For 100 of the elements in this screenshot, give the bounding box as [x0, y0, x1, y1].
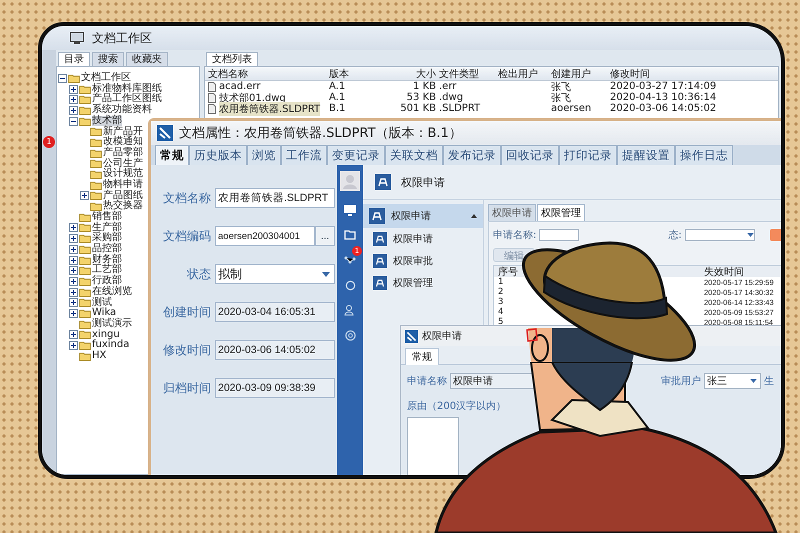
dialog-tab[interactable]: 操作日志: [675, 145, 733, 165]
dialog-tab[interactable]: 发布记录: [443, 145, 501, 165]
folder-icon: [79, 352, 91, 361]
dialog-tab[interactable]: 打印记录: [559, 145, 617, 165]
person-icon[interactable]: [344, 304, 356, 316]
tree-item[interactable]: 热交换器: [103, 201, 143, 212]
tree-item[interactable]: 品控部: [92, 244, 122, 255]
expand-icon[interactable]: [69, 244, 78, 254]
dialog-tab[interactable]: 常规: [405, 348, 439, 365]
menu-item[interactable]: 权限申请: [363, 228, 483, 250]
folder-icon: [90, 202, 102, 212]
name-input[interactable]: [539, 229, 580, 241]
column-header[interactable]: 文档名称: [205, 66, 326, 80]
expand-icon[interactable]: [69, 106, 78, 115]
column-header[interactable]: 创建用户: [548, 66, 607, 80]
expand-icon[interactable]: [69, 266, 78, 276]
tree-item[interactable]: 设计规范: [103, 169, 143, 180]
tree-item[interactable]: 在线浏览: [92, 286, 132, 298]
folder-icon: [90, 138, 102, 147]
folder-icon: [79, 234, 91, 244]
dialog-tab[interactable]: 工作流: [281, 145, 327, 165]
file-name[interactable]: 农用卷筒铁器.SLDPRT: [219, 102, 320, 116]
expand-icon[interactable]: [69, 95, 78, 104]
panel-tab[interactable]: 搜索: [92, 52, 124, 66]
tree-item[interactable]: Wika: [92, 308, 116, 319]
tree-item[interactable]: 产品工作区图纸: [92, 94, 162, 105]
tree-item[interactable]: 产品图纸: [103, 190, 143, 202]
table-cell-text: A.1: [328, 92, 346, 103]
browse-button[interactable]: ...: [315, 226, 335, 246]
tree-item[interactable]: 产品零部: [103, 148, 143, 158]
name-field[interactable]: 权限申请: [450, 373, 534, 389]
tree-item[interactable]: 技术部: [92, 116, 122, 126]
dialog-tab[interactable]: 浏览: [247, 145, 281, 165]
dialog-tab[interactable]: 关联文档: [385, 145, 443, 165]
file-name[interactable]: acad.err: [219, 81, 260, 92]
expand-icon[interactable]: [69, 288, 78, 297]
name-field[interactable]: 农用卷筒铁器.SLDPRT: [215, 188, 335, 208]
tree-item[interactable]: 行政部: [92, 276, 122, 287]
dialog-tab[interactable]: 回收记录: [501, 145, 559, 165]
tree-item[interactable]: fuxinda: [92, 340, 130, 351]
column-header[interactable]: 版本: [326, 66, 387, 80]
expand-icon[interactable]: [69, 308, 78, 318]
dialog-tab[interactable]: 提醒设置: [617, 145, 675, 165]
expand-icon[interactable]: [69, 330, 78, 340]
expand-icon[interactable]: [69, 341, 78, 350]
tree-item[interactable]: 文档工作区: [81, 73, 131, 84]
monitor-icon[interactable]: [344, 204, 356, 216]
field-label: 状态: [186, 266, 212, 282]
table-cell: 4: [498, 307, 504, 317]
expand-icon[interactable]: [69, 234, 78, 244]
user-key-icon: [369, 208, 385, 224]
folder-icon: [79, 298, 91, 308]
list-tab[interactable]: 文档列表: [206, 52, 258, 66]
column-header[interactable]: 文件类型: [436, 66, 495, 80]
expand-icon[interactable]: [80, 191, 89, 200]
dialog-tab[interactable]: 常规: [155, 145, 189, 165]
date-field: 2020-03-04 16:05:31: [215, 302, 335, 322]
tree-item[interactable]: 测试演示: [92, 318, 132, 330]
tree-item[interactable]: 工艺部: [92, 265, 122, 276]
tree-item[interactable]: HX: [92, 350, 106, 362]
tree-item[interactable]: 物料申请: [103, 180, 143, 190]
collapse-icon[interactable]: [58, 74, 67, 83]
tree-item[interactable]: 系统功能资料: [92, 105, 152, 116]
dialog-tab[interactable]: 变更记录: [327, 145, 385, 165]
expand-icon[interactable]: [69, 84, 78, 94]
tree-item[interactable]: 采购部: [92, 233, 122, 244]
column-header[interactable]: 大小: [387, 66, 436, 80]
tree-item[interactable]: 测试: [92, 298, 112, 308]
tree-item[interactable]: 销售部: [92, 212, 122, 223]
content-tab[interactable]: 权限管理: [537, 204, 585, 221]
circle-icon[interactable]: [344, 280, 356, 290]
expand-icon[interactable]: [69, 256, 78, 265]
expand-icon[interactable]: [69, 298, 78, 308]
file-name[interactable]: 技术部01.dwg: [219, 90, 286, 104]
folder-icon: [90, 191, 102, 200]
panel-tab[interactable]: 目录: [58, 52, 90, 66]
expand-icon[interactable]: [69, 223, 78, 232]
column-header[interactable]: 修改时间: [607, 66, 730, 80]
settings-icon[interactable]: [344, 330, 356, 340]
user-key-icon: [375, 174, 391, 190]
status-dropdown[interactable]: 拟制: [215, 264, 335, 284]
tree-item[interactable]: 改模通知: [103, 137, 143, 148]
window-icon: [70, 32, 84, 44]
menu-item[interactable]: 权限管理: [363, 272, 483, 294]
collapse-icon[interactable]: [69, 116, 78, 126]
content-tab[interactable]: 权限申请: [488, 204, 536, 221]
code-field[interactable]: aoersen200304001: [215, 226, 315, 246]
approver-dropdown[interactable]: 张三: [704, 373, 761, 389]
nodes-icon[interactable]: [344, 256, 356, 264]
menu-item[interactable]: 权限审批: [363, 250, 483, 272]
menu-group[interactable]: 权限申请: [363, 204, 483, 228]
column-header[interactable]: 检出用户: [495, 66, 548, 80]
expand-icon[interactable]: [69, 276, 78, 286]
table-cell-text: 2020-04-13 10:36:14: [609, 92, 718, 103]
panel-tab[interactable]: 收藏夹: [126, 52, 168, 66]
dialog-tab[interactable]: 历史版本: [189, 145, 247, 165]
tree-item[interactable]: xingu: [92, 330, 120, 340]
column-header: 失效时间: [704, 266, 744, 278]
folder-icon[interactable]: [344, 230, 356, 240]
table-cell-text: 2020-03-27 17:14:09: [609, 81, 718, 92]
